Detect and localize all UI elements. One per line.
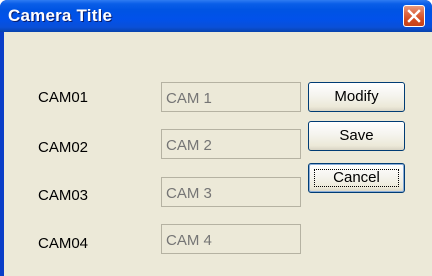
modify-button[interactable]: Modify [308, 82, 405, 112]
cam03-title-field[interactable] [161, 177, 301, 207]
cam02-label: CAM02 [38, 139, 89, 156]
cam04-title-field[interactable] [161, 224, 301, 254]
save-button-label: Save [339, 127, 374, 144]
cam01-title-field[interactable] [161, 82, 301, 112]
cancel-button[interactable]: Cancel [308, 163, 405, 193]
camera-title-dialog: Camera Title CAM01 CAM02 CAM03 CAM04 Mod… [0, 0, 432, 276]
title-bar[interactable]: Camera Title [0, 0, 432, 32]
dialog-body: CAM01 CAM02 CAM03 CAM04 Modify Save Canc… [4, 32, 432, 276]
cam01-label: CAM01 [38, 89, 89, 106]
close-button[interactable] [403, 5, 425, 27]
cam04-label: CAM04 [38, 235, 89, 252]
cam03-label: CAM03 [38, 187, 89, 204]
close-icon [407, 9, 421, 23]
save-button[interactable]: Save [308, 121, 405, 151]
modify-button-label: Modify [334, 88, 379, 105]
cancel-button-label: Cancel [333, 169, 380, 186]
window-title: Camera Title [8, 6, 113, 25]
cam02-title-field[interactable] [161, 129, 301, 159]
